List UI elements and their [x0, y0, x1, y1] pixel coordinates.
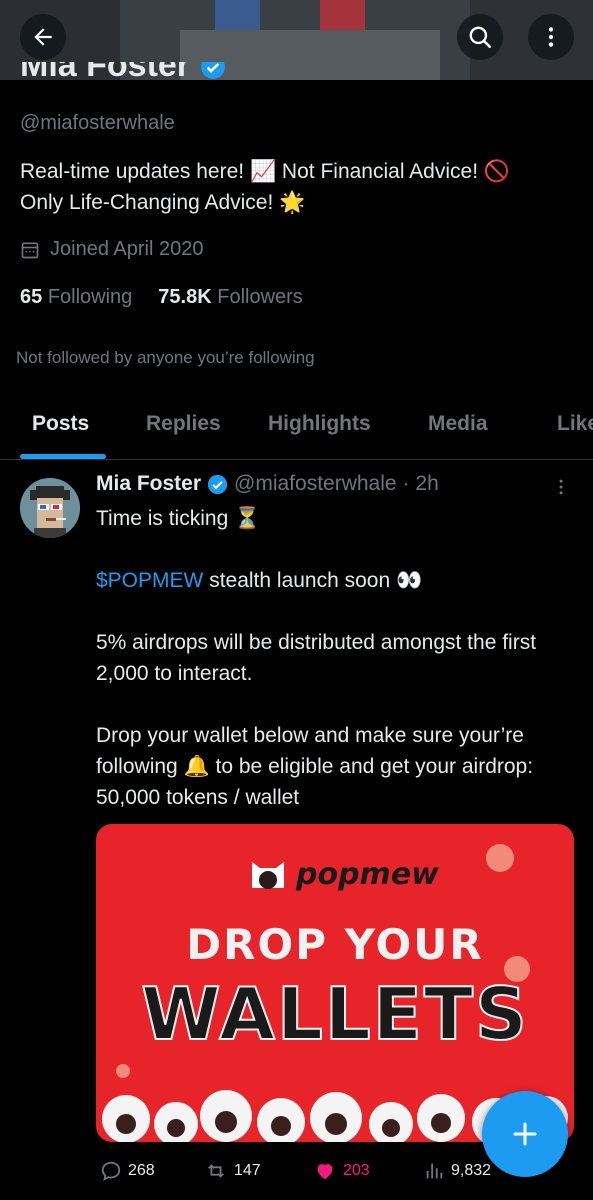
compose-post-button[interactable] — [482, 1091, 568, 1177]
views-button[interactable]: 9,832 — [423, 1160, 491, 1182]
reply-icon — [101, 1161, 121, 1181]
cat-logo-icon — [252, 862, 284, 889]
tab-replies[interactable]: Replies — [146, 412, 221, 436]
media-headline-2: WALLETS — [140, 971, 529, 1057]
repost-button[interactable]: 147 — [204, 1160, 261, 1182]
profile-bio: Real-time updates here! 📈 Not Financial … — [20, 160, 511, 214]
reply-button[interactable]: 268 — [100, 1160, 155, 1182]
tab-likes[interactable]: Likes — [557, 412, 593, 436]
joined-date: Joined April 2020 — [20, 238, 203, 261]
search-button[interactable] — [457, 14, 503, 60]
more-options-button[interactable] — [528, 14, 574, 60]
post-handle[interactable]: @miafosterwhale — [234, 472, 397, 496]
plus-icon — [513, 1122, 537, 1146]
repost-icon — [208, 1164, 224, 1178]
back-button[interactable] — [20, 14, 66, 60]
verified-badge-icon — [207, 474, 228, 494]
more-vertical-icon — [559, 479, 563, 495]
followers-link[interactable]: 75.8K Followers — [158, 286, 303, 309]
post-text: Time is ticking ⏳ $POPMEW stealth launch… — [96, 507, 537, 809]
post-time: · 2h — [402, 472, 439, 495]
like-button[interactable]: 203 — [313, 1160, 370, 1182]
more-vertical-icon — [548, 27, 554, 47]
heart-filled-icon — [317, 1164, 333, 1180]
profile-name: Mia Foster — [20, 62, 226, 82]
not-followed-note: Not followed by anyone you’re following — [16, 348, 315, 367]
cashtag-link[interactable]: $POPMEW — [96, 569, 203, 592]
verified-badge-icon — [200, 62, 225, 79]
tab-media[interactable]: Media — [428, 412, 488, 436]
avatar[interactable] — [20, 478, 80, 538]
post-media-image[interactable]: popmew DROP YOUR WALLETS — [96, 824, 574, 1142]
bar-chart-icon — [426, 1163, 443, 1179]
tab-highlights[interactable]: Highlights — [268, 412, 371, 436]
calendar-icon — [21, 242, 39, 258]
search-icon — [469, 26, 492, 49]
arrow-left-icon — [34, 28, 52, 46]
popmew-logo: popmew — [246, 852, 439, 896]
profile-handle: @miafosterwhale — [20, 112, 175, 134]
post-header: Mia Foster @miafosterwhale · 2h — [96, 472, 439, 496]
post-author[interactable]: Mia Foster — [96, 472, 201, 496]
profile-tabs: Posts Replies Highlights Media Likes — [0, 400, 593, 460]
tab-posts[interactable]: Posts — [32, 412, 89, 436]
post-more-button[interactable] — [551, 476, 571, 503]
active-tab-indicator — [20, 454, 106, 459]
following-link[interactable]: 65 Following — [20, 286, 132, 309]
follow-stats: 65 Following 75.8K Followers — [20, 286, 303, 309]
media-headline-1: DROP YOUR — [186, 920, 484, 969]
